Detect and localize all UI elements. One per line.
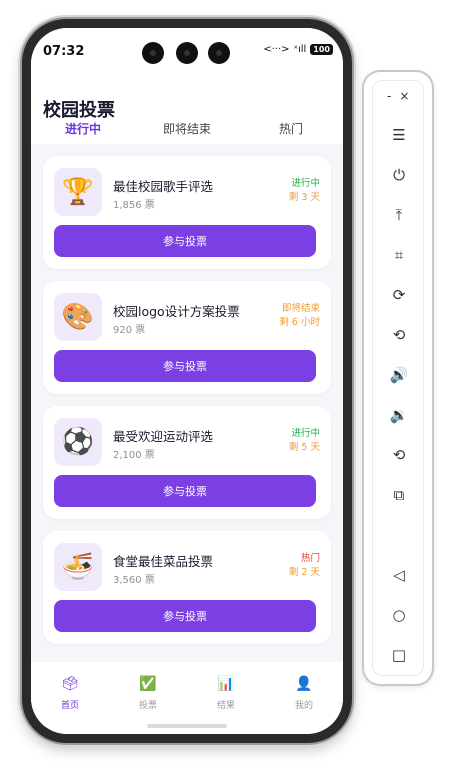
vote-status: 即将结束 剩 6 小时 xyxy=(279,302,320,330)
vote-count: 1,856 票 xyxy=(113,200,155,211)
palette-icon: 🎨 xyxy=(54,293,102,341)
volume-up-icon[interactable]: 🔊 xyxy=(373,363,425,387)
status-badge: 热门 xyxy=(300,553,320,564)
join-vote-button[interactable]: 参与投票 xyxy=(54,225,316,257)
vote-card[interactable]: 🎨 校园logo设计方案投票 920 票 即将结束 剩 6 小时 参与投票 xyxy=(43,281,331,394)
time-remaining: 剩 5 天 xyxy=(288,442,320,453)
minimize-icon[interactable]: - xyxy=(387,89,391,103)
join-vote-button[interactable]: 参与投票 xyxy=(54,600,316,632)
network-icon: <···> xyxy=(263,44,290,55)
vote-title: 最佳校园歌手评选 xyxy=(113,179,214,194)
battery-icon: 100 xyxy=(310,44,333,55)
rotate-left-icon[interactable]: ⟲ xyxy=(373,323,425,347)
fold-icon[interactable]: ⧉ xyxy=(373,483,425,507)
page-header: 校园投票 进行中 即将结束 热门 xyxy=(31,84,343,144)
vote-card[interactable]: 🍜 食堂最佳菜品投票 3,560 票 热门 剩 2 天 参与投票 xyxy=(43,531,331,644)
vote-count: 920 票 xyxy=(113,325,146,336)
time-remaining: 剩 2 天 xyxy=(288,567,320,578)
tab-hot[interactable]: 热门 xyxy=(239,118,343,137)
vote-card[interactable]: 🏆 最佳校园歌手评选 1,856 票 进行中 剩 3 天 参与投票 xyxy=(43,156,331,269)
status-icons: <···> ˣıll 100 xyxy=(263,44,333,55)
home-icon[interactable]: ○ xyxy=(373,603,425,627)
camera-icon xyxy=(142,42,164,64)
nav-home[interactable]: 🗳 首页 xyxy=(31,674,109,734)
vote-count: 2,100 票 xyxy=(113,450,155,461)
nav-label: 首页 xyxy=(60,701,79,711)
time-remaining: 剩 3 天 xyxy=(288,192,320,203)
close-icon[interactable]: × xyxy=(399,89,409,103)
window-controls: - × xyxy=(387,89,409,103)
vote-count: 3,560 票 xyxy=(113,575,155,586)
menu-icon[interactable]: ☰ xyxy=(373,123,425,147)
phone-screen: 07:32 <···> ˣıll 100 校园投票 进行中 即将结束 热门 🏆 … xyxy=(31,28,343,734)
tab-ending-soon[interactable]: 即将结束 xyxy=(135,118,239,137)
crop-icon[interactable]: ⌗ xyxy=(373,243,425,267)
vote-title: 最受欢迎运动评选 xyxy=(113,429,214,444)
nav-label: 结果 xyxy=(216,701,235,711)
upload-icon[interactable]: ⤒ xyxy=(373,203,425,227)
vote-status: 进行中 剩 5 天 xyxy=(289,427,320,455)
join-vote-button[interactable]: 参与投票 xyxy=(54,475,316,507)
bottom-nav: 🗳 首页 ✅ 投票 📊 结果 👤 我的 xyxy=(31,662,343,734)
time-remaining: 剩 6 小时 xyxy=(279,317,320,328)
tab-bar: 进行中 即将结束 热门 xyxy=(31,118,343,137)
status-bar: 07:32 <···> ˣıll 100 xyxy=(31,28,343,84)
trophy-icon: 🏆 xyxy=(54,168,102,216)
back-icon[interactable]: ◁ xyxy=(373,563,425,587)
overview-icon[interactable]: □ xyxy=(373,643,425,667)
soccer-ball-icon: ⚽ xyxy=(54,418,102,466)
ballot-box-icon: 🗳 xyxy=(61,676,79,692)
check-icon: ✅ xyxy=(139,676,157,692)
join-vote-button[interactable]: 参与投票 xyxy=(54,350,316,382)
camera-icon xyxy=(208,42,230,64)
phone-frame: 07:32 <···> ˣıll 100 校园投票 进行中 即将结束 热门 🏆 … xyxy=(22,19,352,743)
rotate-device-icon[interactable]: ⟲ xyxy=(373,443,425,467)
camera-icon xyxy=(176,42,198,64)
rotate-right-icon[interactable]: ⟳ xyxy=(373,283,425,307)
vote-title: 食堂最佳菜品投票 xyxy=(113,554,214,569)
volume-down-icon[interactable]: 🔉 xyxy=(373,403,425,427)
toolbar-panel: - × ☰ ⏻ ⤒ ⌗ ⟳ ⟲ 🔊 🔉 ⟲ ⧉ ◁ ○ □ xyxy=(372,80,424,676)
status-time: 07:32 xyxy=(43,44,85,59)
emulator-toolbar: - × ☰ ⏻ ⤒ ⌗ ⟳ ⟲ 🔊 🔉 ⟲ ⧉ ◁ ○ □ xyxy=(364,72,432,684)
vote-title: 校园logo设计方案投票 xyxy=(113,304,240,319)
home-indicator[interactable] xyxy=(147,724,227,728)
bar-chart-icon: 📊 xyxy=(217,676,235,692)
nav-profile[interactable]: 👤 我的 xyxy=(265,674,343,734)
status-badge: 即将结束 xyxy=(281,303,320,314)
vote-card[interactable]: ⚽ 最受欢迎运动评选 2,100 票 进行中 剩 5 天 参与投票 xyxy=(43,406,331,519)
nav-label: 我的 xyxy=(294,701,313,711)
status-badge: 进行中 xyxy=(291,428,320,439)
tab-ongoing[interactable]: 进行中 xyxy=(31,118,135,137)
vote-status: 热门 剩 2 天 xyxy=(289,552,320,580)
status-badge: 进行中 xyxy=(291,178,320,189)
vote-list: 🏆 最佳校园歌手评选 1,856 票 进行中 剩 3 天 参与投票 🎨 校园lo… xyxy=(43,156,331,656)
power-icon[interactable]: ⏻ xyxy=(373,163,425,187)
noodle-bowl-icon: 🍜 xyxy=(54,543,102,591)
nav-label: 投票 xyxy=(138,701,157,711)
user-icon: 👤 xyxy=(295,676,313,692)
signal-icon: ˣıll xyxy=(293,44,307,55)
vote-status: 进行中 剩 3 天 xyxy=(289,177,320,205)
